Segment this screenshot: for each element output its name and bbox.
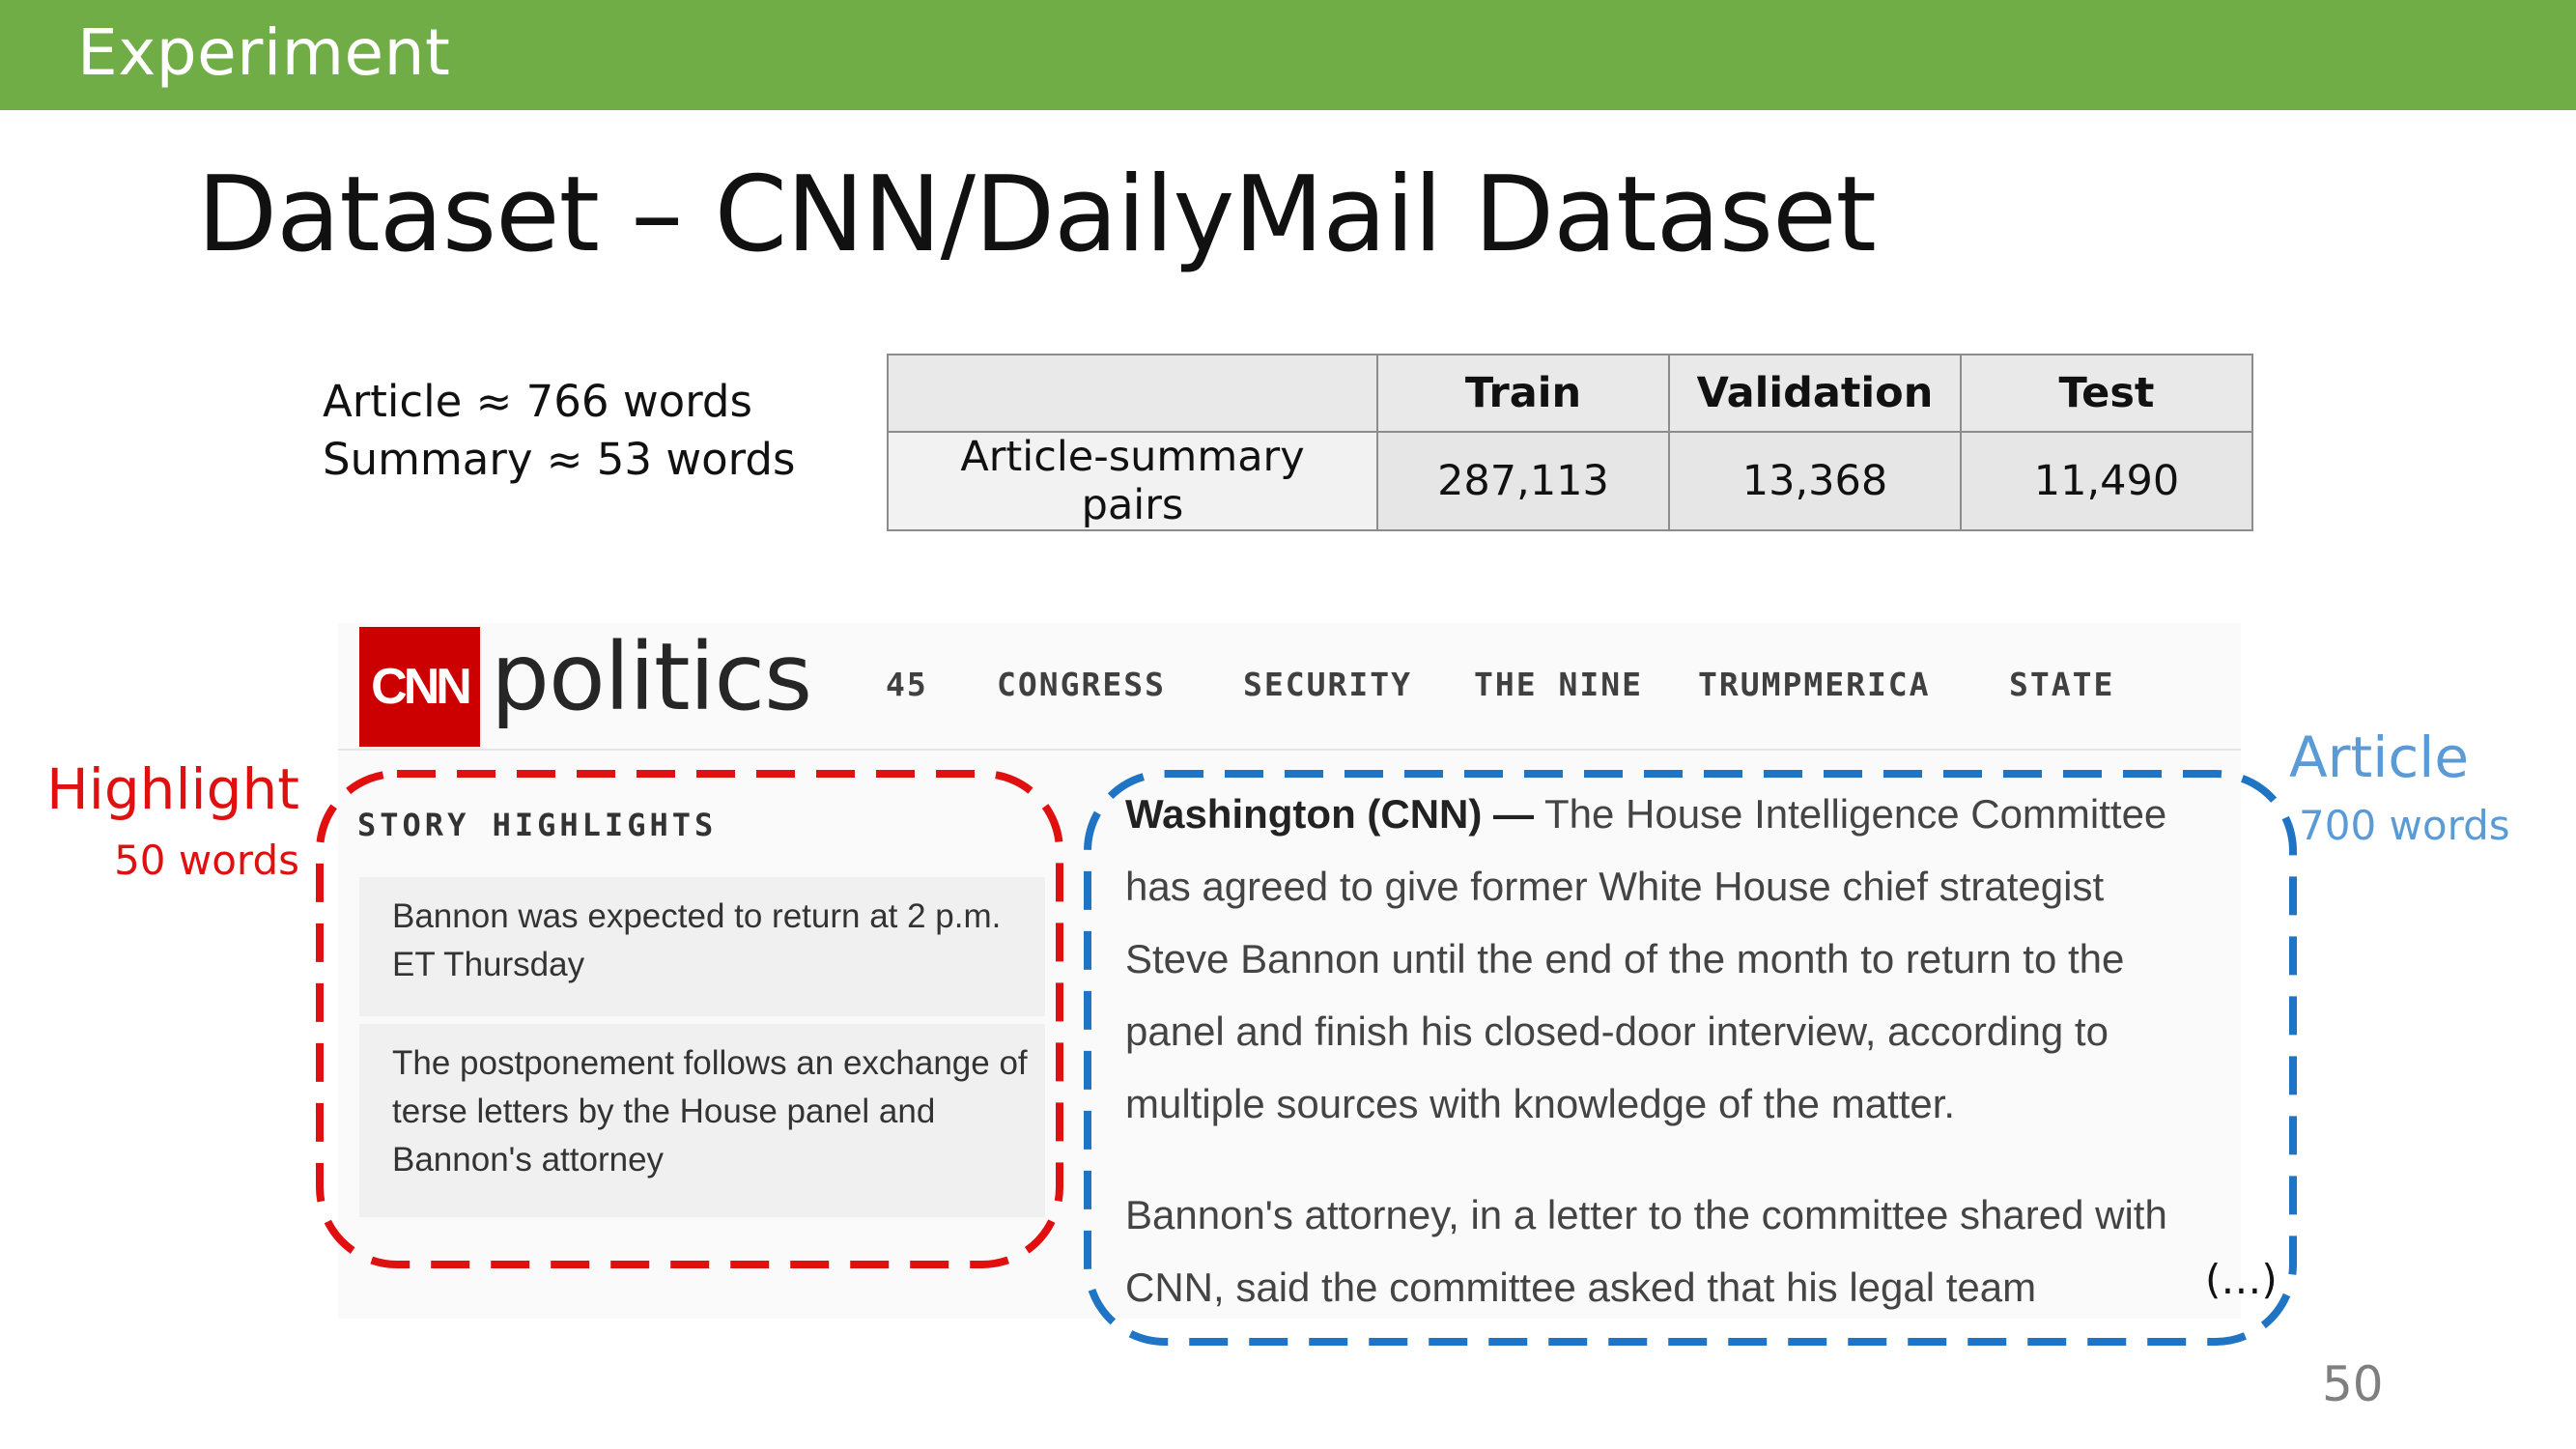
page-number: 50 [2322, 1356, 2384, 1412]
table-header-row: Train Validation Test [887, 354, 2253, 433]
dataset-split-table: Train Validation Test Article-summary pa… [887, 354, 2253, 531]
cnn-navbar: CNN politics 45 CONGRESS SECURITY THE NI… [338, 623, 2241, 751]
validation-count: 13,368 [1668, 431, 1962, 531]
train-count: 287,113 [1376, 431, 1670, 531]
nav-item-state[interactable]: STATE [2009, 666, 2114, 703]
cnn-logo[interactable]: CNN [359, 627, 480, 747]
nav-item-the-nine[interactable]: THE NINE [1474, 666, 1643, 703]
slide-title: Dataset – CNN/DailyMail Dataset [197, 155, 1877, 275]
cnn-logo-text: CNN [371, 659, 472, 715]
article-word-count: 700 words [2299, 802, 2510, 849]
table-row: Article-summary pairs 287,113 13,368 11,… [887, 431, 2253, 531]
nav-item-congress[interactable]: CONGRESS [997, 666, 1166, 703]
table-header-train: Train [1376, 354, 1670, 433]
table-header-test: Test [1960, 354, 2253, 433]
row-label: Article-summary pairs [887, 431, 1378, 531]
highlight-dashed-outline [316, 770, 1063, 1268]
section-header: Experiment [77, 15, 451, 90]
article-label: Article [2289, 724, 2470, 790]
nav-item-security[interactable]: SECURITY [1243, 666, 1412, 703]
highlight-word-count: 50 words [114, 837, 299, 884]
dataset-stats: Article ≈ 766 words Summary ≈ 53 words [323, 373, 795, 489]
article-dashed-outline [1084, 770, 2297, 1346]
article-length-stat: Article ≈ 766 words [323, 376, 752, 427]
nav-item-45[interactable]: 45 [886, 666, 928, 703]
table-header-empty [887, 354, 1378, 433]
nav-item-trumpmerica[interactable]: TRUMPMERICA [1698, 666, 1931, 703]
table-header-validation: Validation [1668, 354, 1962, 433]
cnn-section-name[interactable]: politics [491, 623, 812, 731]
highlight-label: Highlight [46, 756, 299, 822]
test-count: 11,490 [1960, 431, 2253, 531]
summary-length-stat: Summary ≈ 53 words [323, 434, 796, 485]
